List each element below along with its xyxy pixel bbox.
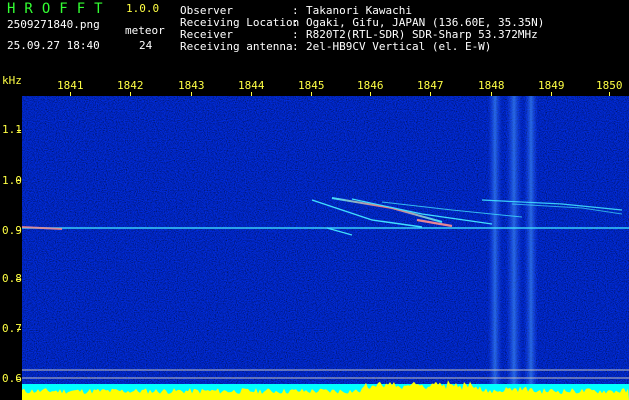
x-tick-label: 1847 [417, 79, 444, 92]
y-tick-mark [17, 329, 21, 330]
spectrogram-plot [22, 96, 629, 400]
y-tick-mark [17, 230, 21, 231]
app-title: HROFFT [7, 1, 112, 17]
header-panel: HROFFT 1.0.0 2509271840.png meteor 25.09… [0, 0, 629, 72]
frequency-axis: kHz 1.1 1.0 0.9 0.8 0.7 0.6 [0, 72, 22, 400]
x-tick-label: 1849 [538, 79, 565, 92]
meteor-label: meteor [125, 24, 165, 37]
antenna-value: 2el-HB9CV Vertical (el. E-W) [306, 40, 492, 53]
antenna-label: Receiving antenna [180, 40, 293, 53]
x-tick-label: 1842 [117, 79, 144, 92]
interference-band [506, 96, 522, 386]
y-tick-mark [17, 279, 21, 280]
y-tick-mark [17, 130, 21, 131]
x-tick-label: 1850 [596, 79, 623, 92]
app-version: 1.0.0 [126, 2, 160, 15]
x-tick-label: 1846 [357, 79, 384, 92]
y-unit-label: kHz [2, 74, 22, 87]
antenna-colon: : [292, 40, 299, 53]
x-tick-label: 1841 [57, 79, 84, 92]
y-tick-mark [17, 180, 21, 181]
x-tick-label: 1848 [478, 79, 505, 92]
y-tick-mark [17, 379, 21, 380]
interference-band [488, 96, 502, 386]
x-tick-label: 1843 [178, 79, 205, 92]
x-tick-label: 1844 [238, 79, 265, 92]
meteor-count: 24 [139, 39, 153, 52]
x-tick-label: 1845 [298, 79, 325, 92]
time-axis: 1841 1842 1843 1844 1845 1846 1847 1848 … [0, 72, 629, 96]
file-name: 2509271840.png [7, 18, 100, 31]
date-time: 25.09.27 18:40 [7, 39, 100, 52]
interference-band [524, 96, 538, 386]
